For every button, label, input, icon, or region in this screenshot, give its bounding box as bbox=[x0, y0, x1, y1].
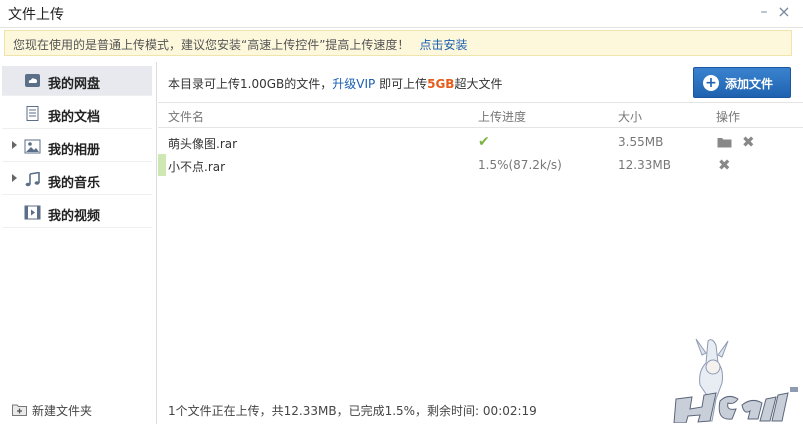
quota-mid: 即可上传 bbox=[375, 77, 428, 91]
minimize-button[interactable]: – bbox=[756, 4, 772, 20]
photo-icon bbox=[24, 139, 41, 154]
quota-big-size: 5GB bbox=[427, 77, 455, 91]
file-size: 3.55MB bbox=[618, 135, 664, 149]
file-name: 萌头像图.rar bbox=[168, 137, 238, 151]
table-header: 文件名 上传进度 大小 操作 bbox=[158, 102, 803, 128]
open-folder-icon[interactable] bbox=[717, 137, 732, 148]
remove-icon[interactable]: ✖ bbox=[742, 133, 755, 151]
sidebar-item-label: 我的音乐 bbox=[48, 176, 101, 191]
sidebar-item-my-music[interactable]: 我的音乐 bbox=[2, 165, 152, 195]
cloud-drive-icon bbox=[25, 74, 40, 87]
install-link[interactable]: 点击安装 bbox=[419, 38, 467, 52]
sidebar-item-my-documents[interactable]: 我的文档 bbox=[2, 99, 152, 129]
notice-message: 您现在使用的是普通上传模式，建议您安装“高速上传控件”提高上传速度！ 点击安装 bbox=[13, 36, 467, 53]
column-header-name: 文件名 bbox=[168, 110, 205, 124]
expand-arrow-icon[interactable] bbox=[12, 141, 17, 149]
sidebar-item-my-drive[interactable]: 我的网盘 bbox=[2, 66, 152, 96]
music-note-icon bbox=[25, 172, 40, 187]
sidebar: 我的网盘 我的文档 我的相册 我的音乐 我的视频 新建文件夹 bbox=[0, 62, 157, 424]
column-header-actions: 操作 bbox=[716, 110, 741, 124]
close-button[interactable]: × bbox=[776, 4, 792, 20]
sidebar-item-my-albums[interactable]: 我的相册 bbox=[2, 132, 152, 162]
add-file-label: 添加文件 bbox=[725, 77, 774, 91]
cancel-upload-icon[interactable]: ✖ bbox=[718, 156, 731, 174]
table-row: 萌头像图.rar ✔ 3.55MB ✖ bbox=[158, 131, 803, 155]
site-watermark-logo bbox=[673, 338, 798, 423]
quota-prefix: 本目录可上传1.00GB的文件， bbox=[168, 77, 333, 91]
upload-progress-text: 1.5%(87.2k/s) bbox=[478, 158, 562, 172]
new-folder-label: 新建文件夹 bbox=[32, 404, 93, 418]
sidebar-item-label: 我的相册 bbox=[48, 143, 101, 158]
add-file-button[interactable]: + 添加文件 bbox=[693, 67, 791, 98]
video-icon bbox=[24, 205, 41, 220]
plus-icon: + bbox=[703, 75, 719, 91]
notice-text: 您现在使用的是普通上传模式，建议您安装“高速上传控件”提高上传速度！ bbox=[13, 38, 410, 52]
upgrade-vip-link[interactable]: 升级VIP bbox=[332, 77, 375, 91]
column-header-size: 大小 bbox=[618, 110, 643, 124]
table-row: 小不点.rar 1.5%(87.2k/s) 12.33MB ✖ bbox=[158, 154, 803, 178]
upload-progress-bar bbox=[158, 154, 166, 176]
quota-suffix: 超大文件 bbox=[454, 77, 503, 91]
upload-status-summary: 1个文件正在上传，共12.33MB，已完成1.5%，剩余时间: 00:02:19 bbox=[168, 404, 537, 418]
document-icon bbox=[26, 106, 39, 121]
quota-info: 本目录可上传1.00GB的文件，升级VIP 即可上传5GB超大文件 bbox=[168, 75, 502, 92]
expand-arrow-icon[interactable] bbox=[12, 174, 17, 182]
sidebar-item-label: 我的文档 bbox=[48, 110, 101, 125]
notice-bar: 您现在使用的是普通上传模式，建议您安装“高速上传控件”提高上传速度！ 点击安装 bbox=[4, 30, 792, 56]
file-name: 小不点.rar bbox=[168, 160, 226, 174]
check-icon: ✔ bbox=[478, 134, 490, 150]
title-bar: 文件上传 – × bbox=[0, 0, 803, 28]
sidebar-item-my-videos[interactable]: 我的视频 bbox=[2, 198, 152, 228]
sidebar-item-label: 我的视频 bbox=[48, 209, 101, 224]
sidebar-item-label: 我的网盘 bbox=[48, 77, 101, 92]
new-folder-icon bbox=[12, 404, 27, 416]
column-header-progress: 上传进度 bbox=[478, 110, 527, 124]
window-title: 文件上传 bbox=[8, 7, 64, 23]
file-size: 12.33MB bbox=[618, 158, 671, 172]
